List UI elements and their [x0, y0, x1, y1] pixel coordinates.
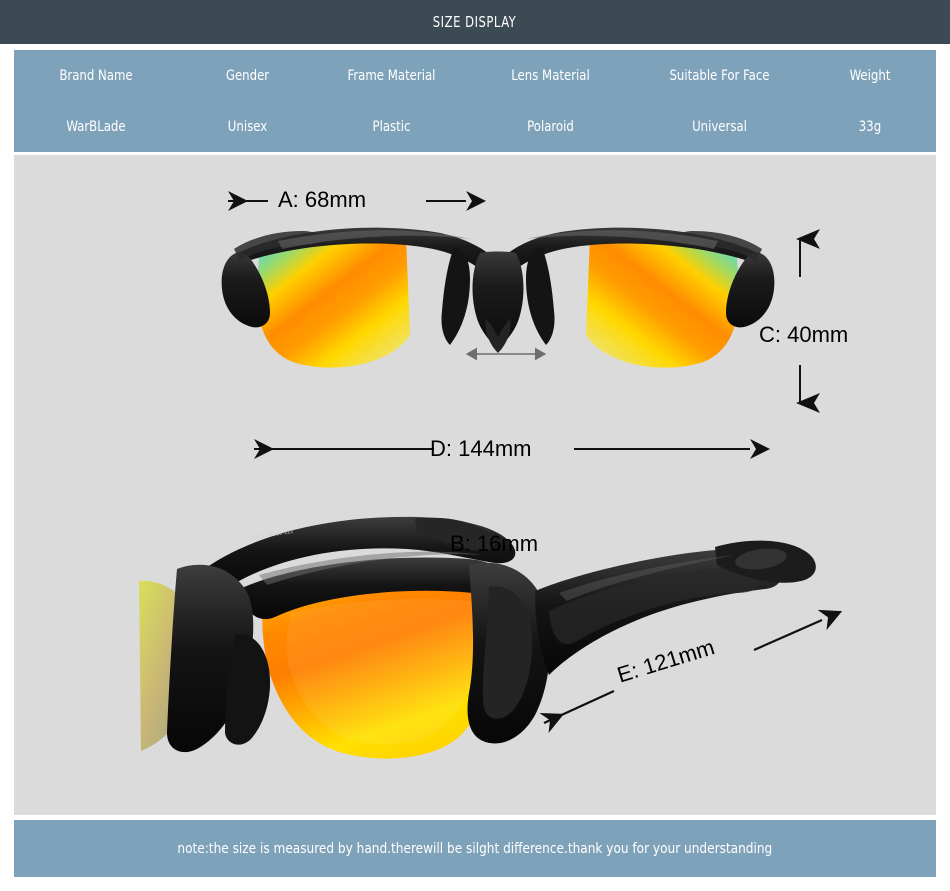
page-title: SIZE DISPLAY: [433, 13, 517, 31]
spec-header-brand-name: Brand Name: [59, 67, 133, 84]
spec-table-header-row: Brand Name Gender Frame Material Lens Ma…: [14, 50, 936, 101]
spec-value-frame-material: Plastic: [372, 118, 411, 135]
spec-header-suitable-for-face: Suitable For Face: [669, 67, 770, 84]
product-illustration-area: 1022 68018 122 A: 68mm B: 16mm C: 40mm D…: [14, 155, 936, 815]
size-display-page: SIZE DISPLAY Brand Name Gender Frame Mat…: [0, 0, 950, 891]
sunglasses-front-view: [218, 223, 778, 383]
dimension-label-c: C: 40mm: [759, 322, 849, 347]
spec-table-value-row: WarBLade Unisex Plastic Polaroid Univers…: [14, 101, 936, 152]
spec-value-weight: 33g: [858, 118, 882, 135]
spec-header-frame-material: Frame Material: [347, 67, 436, 84]
spec-header-gender: Gender: [225, 67, 270, 84]
footer-note-text: note:the size is measured by hand.therew…: [177, 840, 773, 857]
dimension-label-a: A: 68mm: [278, 187, 367, 212]
spec-value-suitable-for-face: Universal: [692, 118, 747, 135]
dimension-label-b: B: 16mm: [450, 531, 539, 556]
spec-value-brand-name: WarBLade: [66, 118, 126, 135]
footer-note-band: note:the size is measured by hand.therew…: [14, 820, 936, 877]
spec-header-lens-material: Lens Material: [511, 67, 590, 84]
spec-value-lens-material: Polaroid: [527, 118, 574, 135]
spec-table: Brand Name Gender Frame Material Lens Ma…: [14, 50, 936, 152]
dimension-label-d: D: 144mm: [430, 436, 532, 461]
spec-value-gender: Unisex: [227, 118, 268, 135]
spec-header-weight: Weight: [849, 67, 891, 84]
title-bar: SIZE DISPLAY: [0, 0, 950, 44]
